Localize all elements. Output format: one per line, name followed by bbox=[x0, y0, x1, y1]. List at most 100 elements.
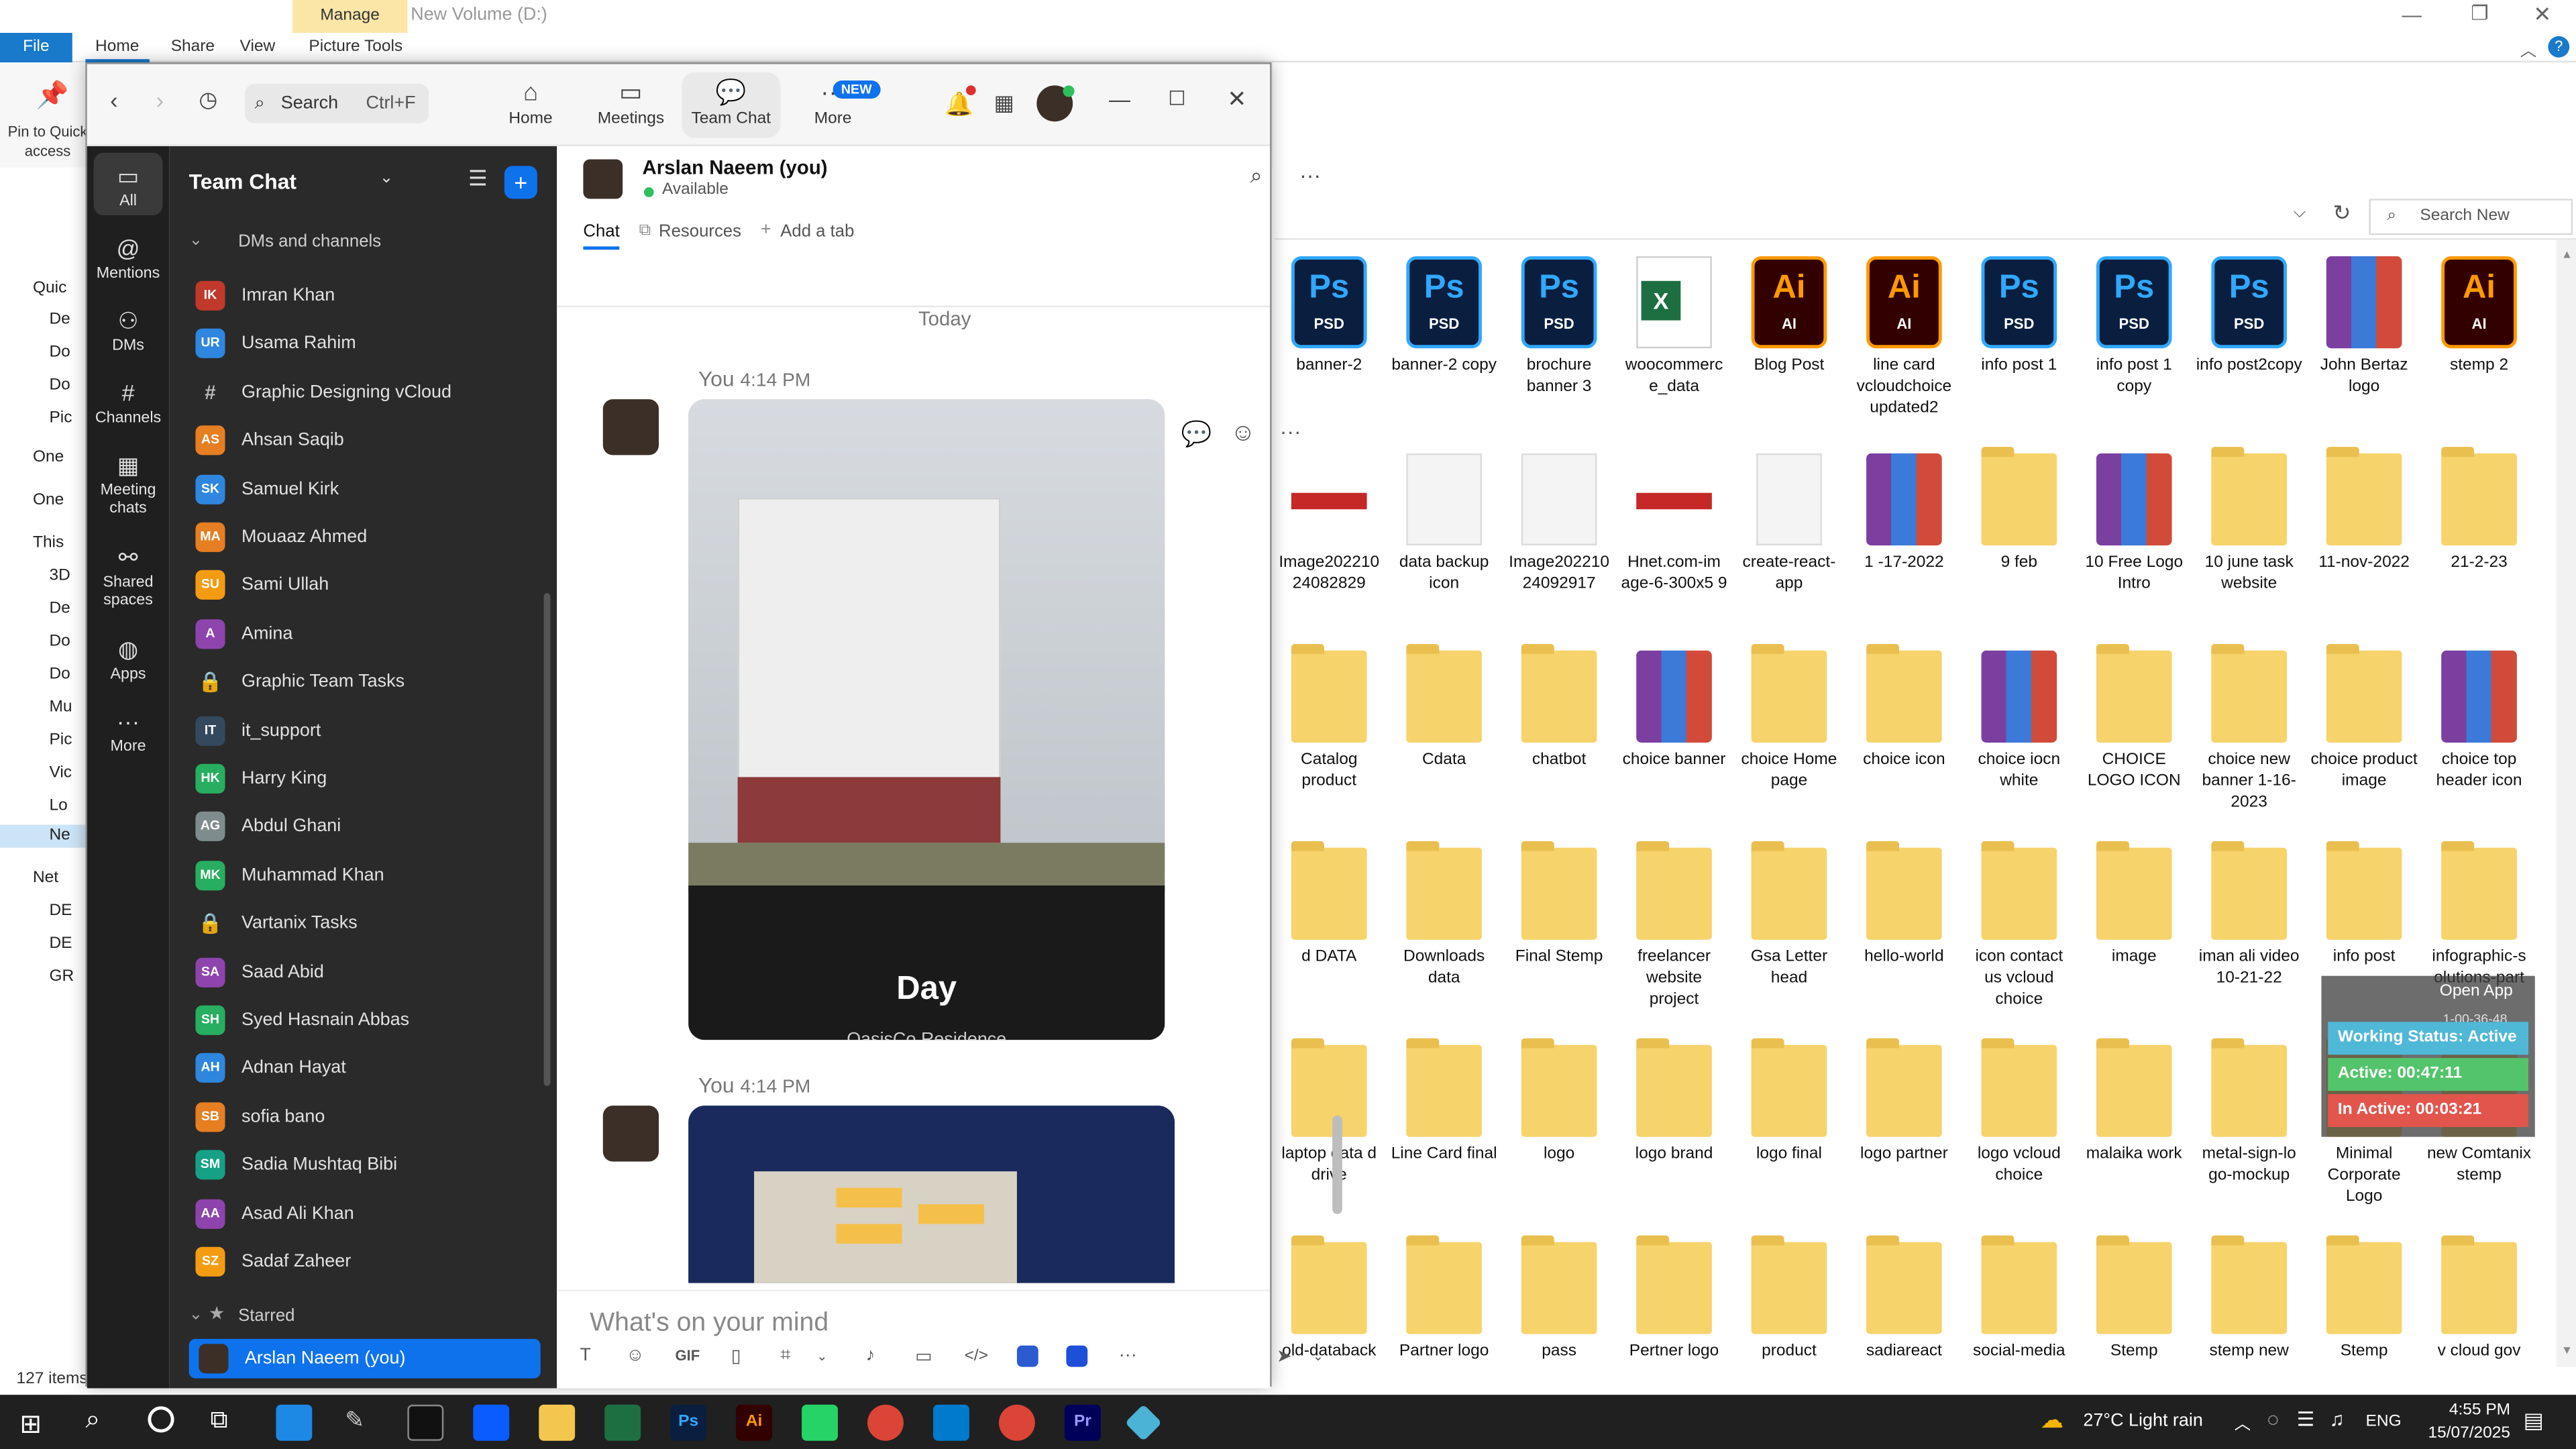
file-item[interactable]: Line Card final bbox=[1390, 1038, 1499, 1165]
contact-item[interactable]: HK Harry King bbox=[195, 761, 540, 797]
file-item[interactable]: John Bertaz logo bbox=[2310, 256, 2418, 398]
file-item[interactable]: 10 june task website bbox=[2195, 447, 2304, 595]
send-icon[interactable]: ➤ bbox=[1277, 1346, 1292, 1366]
chevron-down-icon[interactable]: ⌄ bbox=[816, 1349, 827, 1364]
file-item[interactable]: Ps PSD brochure banner 3 bbox=[1505, 256, 1613, 398]
close-icon[interactable]: ✕ bbox=[1227, 85, 1246, 113]
video-message-icon[interactable]: ▭ bbox=[915, 1346, 932, 1366]
file-item[interactable]: 11-nov-2022 bbox=[2310, 447, 2418, 574]
pen-icon[interactable]: ✎ bbox=[345, 1406, 364, 1434]
wifi-icon[interactable]: ☰ bbox=[2297, 1408, 2314, 1431]
app-diamond-icon[interactable] bbox=[1124, 1404, 1163, 1442]
contact-item[interactable]: UR Usama Rahim bbox=[195, 326, 540, 362]
file-item[interactable]: logo partner bbox=[1850, 1038, 1959, 1165]
chat-name[interactable]: Arslan Naeem (you) bbox=[643, 156, 828, 179]
app-icon[interactable] bbox=[1066, 1345, 1088, 1367]
file-item[interactable]: choice top header icon bbox=[2425, 650, 2534, 792]
network-icon[interactable]: ◌ bbox=[2267, 1408, 2279, 1431]
file-item[interactable]: Ps PSD banner-2 copy bbox=[1390, 256, 1499, 376]
nav-item[interactable]: DE bbox=[49, 900, 72, 923]
photoshop-icon[interactable]: Ps bbox=[670, 1404, 707, 1441]
tab-home[interactable]: ⌂ Home bbox=[482, 77, 580, 128]
scroll-down-icon[interactable]: ▼ bbox=[2561, 1346, 2573, 1357]
nav-item[interactable]: Do bbox=[49, 663, 70, 686]
history-icon[interactable]: ◷ bbox=[199, 87, 217, 113]
file-item[interactable]: Pertner logo bbox=[1620, 1235, 1729, 1362]
contact-item[interactable]: SZ Sadaf Zaheer bbox=[195, 1244, 540, 1280]
file-item[interactable]: Stemp bbox=[2310, 1235, 2418, 1362]
contact-item[interactable]: SM Sadia Mushtaq Bibi bbox=[195, 1147, 540, 1183]
nav-item[interactable]: De bbox=[49, 309, 70, 331]
file-item[interactable]: Xwoocommerc e_data bbox=[1620, 256, 1729, 398]
illustrator-icon[interactable]: Ai bbox=[736, 1404, 773, 1441]
file-item[interactable]: Cdata bbox=[1390, 644, 1499, 771]
terminal-icon[interactable] bbox=[407, 1404, 444, 1441]
contact-item[interactable]: SU Sami Ullah bbox=[195, 568, 540, 604]
file-item[interactable]: 10 Free Logo Intro bbox=[2080, 453, 2188, 595]
contact-item[interactable]: AA Asad Ali Khan bbox=[195, 1195, 540, 1232]
explorer-search-input[interactable]: ⌕ Search New Volum... bbox=[2369, 199, 2573, 258]
more-icon[interactable]: ··· bbox=[1299, 162, 1321, 187]
file-item[interactable]: Image202210 24092917 bbox=[1505, 453, 1613, 595]
file-item[interactable]: 21-2-23 bbox=[2425, 447, 2534, 574]
file-item[interactable]: Stemp bbox=[2080, 1235, 2188, 1362]
file-item[interactable]: Ps PSD info post 1 copy bbox=[2080, 256, 2188, 398]
file-item[interactable]: logo vcloud choice bbox=[1965, 1038, 2074, 1187]
nav-item[interactable]: Do bbox=[49, 374, 70, 397]
nav-item[interactable]: Pic bbox=[49, 729, 72, 752]
file-item[interactable]: Ai AI line card vcloudchoice updated2 bbox=[1850, 256, 1959, 419]
message-more-icon[interactable]: ··· bbox=[1280, 419, 1301, 443]
chevron-down-icon[interactable]: ⌵ bbox=[2294, 204, 2306, 222]
file-item[interactable]: Ai AI stemp 2 bbox=[2425, 256, 2534, 376]
file-item[interactable]: Gsa Letter head bbox=[1735, 841, 1843, 989]
avatar[interactable] bbox=[602, 399, 659, 455]
windows-start-icon[interactable]: ⊞ bbox=[19, 1408, 42, 1441]
contact-item[interactable]: A Amina bbox=[195, 616, 540, 652]
plus-icon[interactable]: + bbox=[761, 220, 771, 239]
nav-item[interactable]: Do bbox=[49, 631, 70, 653]
composer-input[interactable]: What's on your mind bbox=[590, 1309, 828, 1339]
file-icon[interactable]: ▯ bbox=[731, 1346, 741, 1366]
file-item[interactable]: v cloud gov bbox=[2425, 1235, 2534, 1362]
file-item[interactable]: Hnet.com-im age-6-300x5 9 bbox=[1620, 453, 1729, 595]
zoom-search-input[interactable]: ⌕ Search Ctrl+F bbox=[244, 83, 429, 123]
more-options-icon[interactable]: ··· bbox=[1119, 1346, 1137, 1365]
file-item[interactable]: Final Stemp bbox=[1505, 841, 1613, 968]
contact-item[interactable]: MA Mouaaz Ahmed bbox=[195, 519, 540, 555]
forward-icon[interactable]: › bbox=[156, 87, 164, 113]
gif-icon[interactable]: GIF bbox=[676, 1347, 700, 1363]
calendar-icon[interactable]: ▦ bbox=[994, 91, 1014, 117]
help-icon[interactable]: ? bbox=[2548, 36, 2570, 58]
tab-team-chat[interactable]: 💬 Team Chat bbox=[682, 72, 781, 138]
clock[interactable]: 4:55 PM 15/07/2025 bbox=[2418, 1400, 2510, 1446]
nav-item[interactable]: This bbox=[33, 532, 64, 555]
rail-meeting-chats[interactable]: ▦ Meeting chats bbox=[87, 449, 169, 517]
image-attachment-night[interactable] bbox=[688, 1106, 1175, 1283]
rail-dms[interactable]: ⚇ DMs bbox=[87, 304, 169, 355]
microphone-icon[interactable]: ♪ bbox=[866, 1346, 875, 1365]
rail-mentions[interactable]: @ Mentions bbox=[87, 231, 169, 282]
chevron-down-icon[interactable]: ⌄ bbox=[189, 1306, 203, 1324]
file-item[interactable]: 9 feb bbox=[1965, 447, 2074, 574]
tab-view[interactable]: View bbox=[230, 33, 285, 62]
chevron-down-icon[interactable]: ⌄ bbox=[189, 231, 203, 250]
chrome-profile-icon[interactable] bbox=[998, 1404, 1035, 1441]
refresh-icon[interactable]: ↻ bbox=[2333, 201, 2351, 227]
nav-item[interactable]: One bbox=[33, 490, 64, 513]
weather-text[interactable]: 27°C Light rain bbox=[2083, 1395, 2203, 1449]
file-item[interactable]: freelancer website project bbox=[1620, 841, 1729, 1010]
file-item[interactable]: logo bbox=[1505, 1038, 1613, 1165]
file-item[interactable]: Ai AI Blog Post bbox=[1735, 256, 1843, 376]
file-item[interactable]: choice banner bbox=[1620, 650, 1729, 771]
nav-item[interactable]: DE bbox=[49, 933, 72, 956]
file-item[interactable]: choice product image bbox=[2310, 644, 2418, 792]
chevron-up-icon[interactable]: ︿ bbox=[2520, 36, 2536, 61]
file-item[interactable]: CHOICE LOGO ICON bbox=[2080, 644, 2188, 792]
file-item[interactable]: Ps PSD info post2copy bbox=[2195, 256, 2304, 376]
code-icon[interactable]: </> bbox=[965, 1347, 988, 1365]
chevron-down-icon[interactable]: ⌄ bbox=[1313, 1349, 1324, 1364]
nav-item[interactable]: De bbox=[49, 598, 70, 621]
search-icon[interactable]: ⌕ bbox=[85, 1406, 100, 1436]
emoji-reaction-icon[interactable]: ☺ bbox=[1230, 419, 1256, 447]
file-item[interactable]: image bbox=[2080, 841, 2188, 968]
